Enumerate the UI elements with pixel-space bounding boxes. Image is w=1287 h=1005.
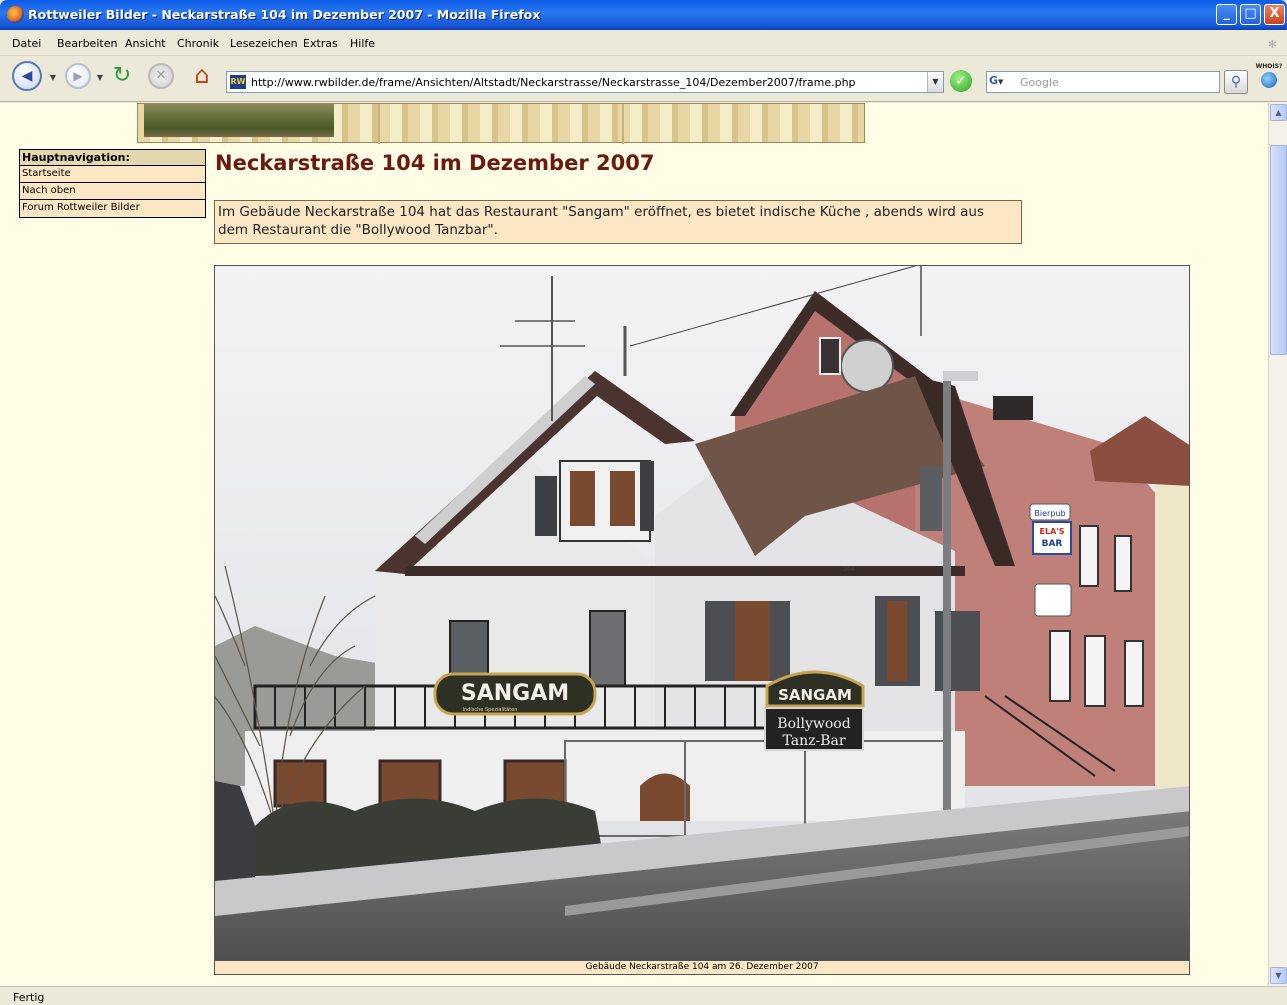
menu-bar: Datei Bearbeiten Ansicht Chronik Lesezei… [0,30,1287,56]
description-box: Im Gebäude Neckarstraße 104 hat das Rest… [214,200,1022,244]
svg-text:Bollywood: Bollywood [777,716,850,732]
main-navigation: Hauptnavigation: Startseite Nach oben Fo… [19,149,206,218]
address-bar[interactable]: RW http://www.rwbilder.de/frame/Ansichte… [226,71,944,93]
search-button[interactable]: ⚲ [1224,70,1248,94]
menu-lesezeichen[interactable]: Lesezeichen [230,37,298,50]
status-bar: Fertig [0,986,1287,1005]
bollywood-sign: Bollywood Tanz-Bar [764,707,864,751]
stop-icon: ✕ [155,68,167,83]
stop-button[interactable]: ✕ [148,63,174,89]
house-number: 104 [843,566,855,573]
close-button[interactable]: X [1264,4,1285,25]
nav-link-forum[interactable]: Forum Rottweiler Bilder [20,200,205,217]
site-favicon-icon: RW [230,75,246,89]
photo-illustration: SANGAM Indische Spezialitäten SANGAM Bol… [215,266,1189,960]
firefox-icon [7,6,24,23]
magnifier-icon: ⚲ [1230,74,1242,90]
forward-button[interactable]: ▶ [65,63,91,89]
status-text: Fertig [13,991,45,1004]
photo-caption: Gebäude Neckarstraße 104 am 26. Dezember… [214,961,1190,975]
navigation-toolbar: ◀ ▼ ▶ ▼ ↻ ✕ ⌂ RW http://www.rwbilder.de/… [0,57,1287,102]
menu-chronik[interactable]: Chronik [177,37,219,50]
whois-button[interactable]: WHOIS? [1254,63,1284,95]
arrow-left-icon: ◀ [21,68,33,84]
header-banner [137,103,865,144]
scroll-down-button[interactable]: ▼ [1270,967,1287,984]
navigation-heading: Hauptnavigation: [20,150,205,166]
search-box[interactable]: G▼ Google [986,71,1220,93]
globe-icon [1261,72,1277,88]
back-button[interactable]: ◀ [12,61,42,91]
address-url[interactable]: http://www.rwbilder.de/frame/Ansichten/A… [251,76,856,89]
back-history-dropdown[interactable]: ▼ [48,73,58,83]
menu-datei[interactable]: Datei [12,37,41,50]
minimize-button[interactable]: _ [1216,4,1237,25]
menu-bearbeiten[interactable]: Bearbeiten [57,37,117,50]
menu-extras[interactable]: Extras [303,37,338,50]
svg-text:Tanz-Bar: Tanz-Bar [782,733,845,749]
forward-history-dropdown[interactable]: ▼ [95,73,105,83]
nav-link-startseite[interactable]: Startseite [20,166,205,183]
menu-ansicht[interactable]: Ansicht [125,37,166,50]
arrow-right-icon: ▶ [73,69,83,83]
go-button[interactable]: ✓ [950,70,972,92]
checkmark-icon: ✓ [955,73,967,89]
home-button[interactable]: ⌂ [188,61,216,91]
reload-icon: ↻ [112,63,132,88]
maximize-button[interactable]: □ [1240,4,1261,25]
chevron-up-icon: ▲ [1275,108,1282,117]
whois-label: WHOIS? [1255,63,1283,70]
menu-hilfe[interactable]: Hilfe [350,37,375,50]
address-dropdown-button[interactable]: ▼ [927,72,943,92]
search-input[interactable]: Google [1020,76,1059,89]
svg-text:Indische Spezialitäten: Indische Spezialitäten [463,707,518,713]
nav-link-nach-oben[interactable]: Nach oben [20,183,205,200]
throbber-icon: ✻ [1267,38,1277,51]
svg-text:ELA'S: ELA'S [1040,527,1065,536]
chevron-down-icon: ▼ [1275,971,1282,980]
svg-text:Bierpub: Bierpub [1034,509,1065,518]
home-icon: ⌂ [194,61,210,89]
page-title: Neckarstraße 104 im Dezember 2007 [215,151,655,175]
svg-text:SANGAM: SANGAM [461,681,569,706]
sangam-main-sign: SANGAM Indische Spezialitäten [433,672,597,716]
scroll-thumb[interactable] [1270,145,1287,355]
vertical-scrollbar[interactable]: ▲ ▼ [1268,103,1287,986]
page-content: Hauptnavigation: Startseite Nach oben Fo… [0,103,1268,986]
reload-button[interactable]: ↻ [108,63,136,91]
building-photo: SANGAM Indische Spezialitäten SANGAM Bol… [214,265,1190,961]
search-engine-selector[interactable]: G▼ [989,74,1017,90]
svg-text:SANGAM: SANGAM [778,686,852,704]
window-titlebar: Rottweiler Bilder - Neckarstraße 104 im … [0,0,1287,30]
scroll-up-button[interactable]: ▲ [1270,104,1287,121]
banner-landscape-image [144,104,334,137]
svg-text:BAR: BAR [1042,539,1063,549]
window-title: Rottweiler Bilder - Neckarstraße 104 im … [28,7,541,22]
